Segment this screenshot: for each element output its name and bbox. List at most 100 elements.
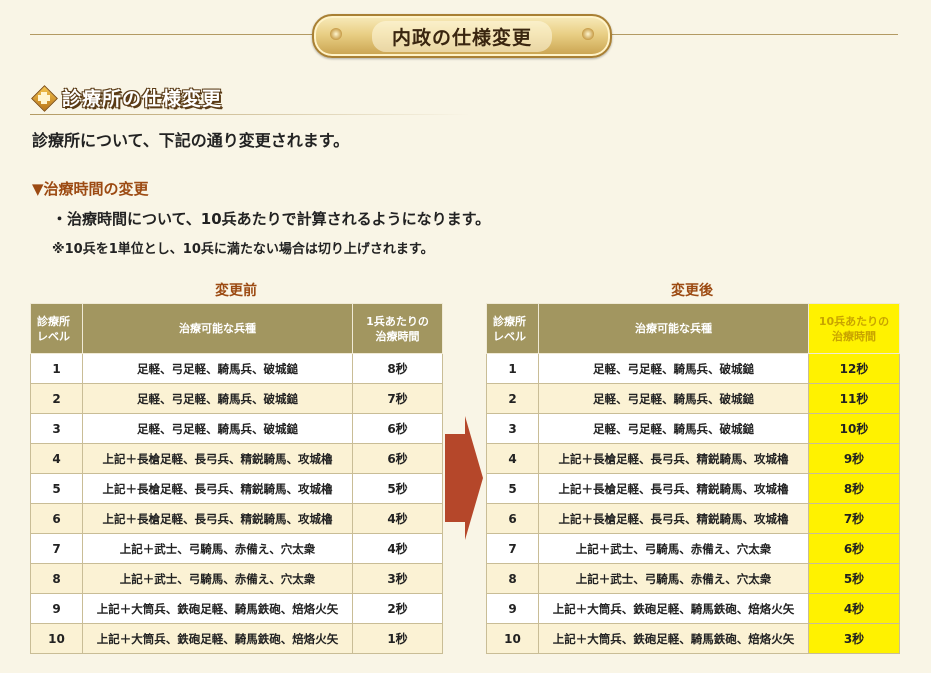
table-row: 9 上記＋大筒兵、鉄砲足軽、騎馬鉄砲、焙烙火矢 4秒 [486,593,900,624]
time-cell: 3秒 [352,563,443,594]
level-cell: 7 [30,533,83,564]
arrow-right-icon [445,416,483,540]
table-row: 3 足軽、弓足軽、騎馬兵、破城鎚 10秒 [486,413,900,444]
time-cell: 11秒 [808,383,900,414]
banner-title: 内政の仕様変更 [371,20,552,52]
banner-ornament-icon [582,28,594,40]
title-banner: 内政の仕様変更 [312,14,612,58]
medical-cross-icon [31,84,58,112]
time-cell: 4秒 [808,593,900,624]
after-table: 診療所 レベル 治療可能な兵種 10兵あたりの 治療時間 1 足軽、弓足軽、騎馬兵、破… [486,303,900,654]
units-cell: 上記＋長槍足軽、長弓兵、精鋭騎馬、攻城櫓 [82,473,353,504]
units-cell: 上記＋武士、弓騎馬、赤備え、穴太衆 [538,563,809,594]
table-row: 8 上記＋武士、弓騎馬、赤備え、穴太衆 5秒 [486,563,900,594]
time-cell: 8秒 [808,473,900,504]
units-cell: 足軽、弓足軽、騎馬兵、破城鎚 [538,353,809,384]
table-row: 2 足軽、弓足軽、騎馬兵、破城鎚 7秒 [30,383,443,414]
time-cell: 4秒 [352,503,443,534]
table-row: 1 足軽、弓足軽、騎馬兵、破城鎚 8秒 [30,353,443,384]
level-cell: 9 [486,593,539,624]
level-cell: 5 [486,473,539,504]
time-header: 10兵あたりの 治療時間 [808,303,900,354]
time-cell: 6秒 [352,413,443,444]
time-cell: 6秒 [352,443,443,474]
time-cell: 7秒 [352,383,443,414]
table-row: 2 足軽、弓足軽、騎馬兵、破城鎚 11秒 [486,383,900,414]
level-header: 診療所 レベル [30,303,83,354]
table-row: 6 上記＋長槍足軽、長弓兵、精鋭騎馬、攻城櫓 4秒 [30,503,443,534]
level-cell: 1 [30,353,83,384]
section-title: 診療所の仕様変更 [62,88,223,110]
table-row: 4 上記＋長槍足軽、長弓兵、精鋭騎馬、攻城櫓 6秒 [30,443,443,474]
units-cell: 上記＋大筒兵、鉄砲足軽、騎馬鉄砲、焙烙火矢 [538,623,809,654]
level-cell: 3 [30,413,83,444]
level-cell: 4 [486,443,539,474]
before-table: 診療所 レベル 治療可能な兵種 1兵あたりの 治療時間 1 足軽、弓足軽、騎馬兵、破城… [30,303,443,654]
note-text: ※10兵を1単位とし、10兵に満たない場合は切り上げされます。 [52,242,434,257]
level-cell: 4 [30,443,83,474]
units-cell: 上記＋武士、弓騎馬、赤備え、穴太衆 [538,533,809,564]
table-row: 10 上記＋大筒兵、鉄砲足軽、騎馬鉄砲、焙烙火矢 1秒 [30,623,443,654]
table-row: 7 上記＋武士、弓騎馬、赤備え、穴太衆 6秒 [486,533,900,564]
units-cell: 上記＋大筒兵、鉄砲足軽、騎馬鉄砲、焙烙火矢 [538,593,809,624]
table-row: 8 上記＋武士、弓騎馬、赤備え、穴太衆 3秒 [30,563,443,594]
units-cell: 上記＋大筒兵、鉄砲足軽、騎馬鉄砲、焙烙火矢 [82,623,353,654]
sub-heading: ▼治療時間の変更 [32,180,149,198]
time-cell: 2秒 [352,593,443,624]
table-row: 3 足軽、弓足軽、騎馬兵、破城鎚 6秒 [30,413,443,444]
intro-text: 診療所について、下記の通り変更されます。 [32,131,350,150]
level-cell: 6 [30,503,83,534]
table-row: 4 上記＋長槍足軽、長弓兵、精鋭騎馬、攻城櫓 9秒 [486,443,900,474]
time-cell: 7秒 [808,503,900,534]
time-cell: 12秒 [808,353,900,384]
time-cell: 3秒 [808,623,900,654]
level-header: 診療所 レベル [486,303,539,354]
units-cell: 足軽、弓足軽、騎馬兵、破城鎚 [82,353,353,384]
units-cell: 足軽、弓足軽、騎馬兵、破城鎚 [538,383,809,414]
level-cell: 5 [30,473,83,504]
table-row: 6 上記＋長槍足軽、長弓兵、精鋭騎馬、攻城櫓 7秒 [486,503,900,534]
time-cell: 9秒 [808,443,900,474]
time-cell: 8秒 [352,353,443,384]
table-row: 9 上記＋大筒兵、鉄砲足軽、騎馬鉄砲、焙烙火矢 2秒 [30,593,443,624]
units-cell: 上記＋武士、弓騎馬、赤備え、穴太衆 [82,563,353,594]
units-header: 治療可能な兵種 [538,303,809,354]
after-table-title: 変更後 [671,283,713,299]
level-cell: 1 [486,353,539,384]
table-row: 10 上記＋大筒兵、鉄砲足軽、騎馬鉄砲、焙烙火矢 3秒 [486,623,900,654]
table-row: 7 上記＋武士、弓騎馬、赤備え、穴太衆 4秒 [30,533,443,564]
units-cell: 上記＋長槍足軽、長弓兵、精鋭騎馬、攻城櫓 [538,473,809,504]
units-cell: 上記＋長槍足軽、長弓兵、精鋭騎馬、攻城櫓 [538,503,809,534]
bullet-text: ・治療時間について、10兵あたりで計算されるようになります。 [52,210,491,228]
level-cell: 8 [486,563,539,594]
table-row: 5 上記＋長槍足軽、長弓兵、精鋭騎馬、攻城櫓 8秒 [486,473,900,504]
banner-ornament-icon [330,28,342,40]
time-cell: 10秒 [808,413,900,444]
level-cell: 9 [30,593,83,624]
time-cell: 5秒 [352,473,443,504]
level-cell: 10 [30,623,83,654]
header-rule-right [608,34,898,35]
level-cell: 6 [486,503,539,534]
time-cell: 4秒 [352,533,443,564]
level-cell: 2 [486,383,539,414]
units-cell: 足軽、弓足軽、騎馬兵、破城鎚 [82,383,353,414]
level-cell: 10 [486,623,539,654]
section-heading: 診療所の仕様変更 [31,84,223,112]
section-divider [30,114,470,115]
units-header: 治療可能な兵種 [82,303,353,354]
table-header-row: 診療所 レベル 治療可能な兵種 1兵あたりの 治療時間 [30,303,443,354]
units-cell: 足軽、弓足軽、騎馬兵、破城鎚 [82,413,353,444]
table-header-row: 診療所 レベル 治療可能な兵種 10兵あたりの 治療時間 [486,303,900,354]
units-cell: 上記＋長槍足軽、長弓兵、精鋭騎馬、攻城櫓 [82,503,353,534]
level-cell: 7 [486,533,539,564]
level-cell: 8 [30,563,83,594]
header-rule-left [30,34,320,35]
table-row: 5 上記＋長槍足軽、長弓兵、精鋭騎馬、攻城櫓 5秒 [30,473,443,504]
units-cell: 足軽、弓足軽、騎馬兵、破城鎚 [538,413,809,444]
before-table-title: 変更前 [215,283,257,299]
time-cell: 1秒 [352,623,443,654]
units-cell: 上記＋長槍足軽、長弓兵、精鋭騎馬、攻城櫓 [82,443,353,474]
level-cell: 3 [486,413,539,444]
units-cell: 上記＋武士、弓騎馬、赤備え、穴太衆 [82,533,353,564]
